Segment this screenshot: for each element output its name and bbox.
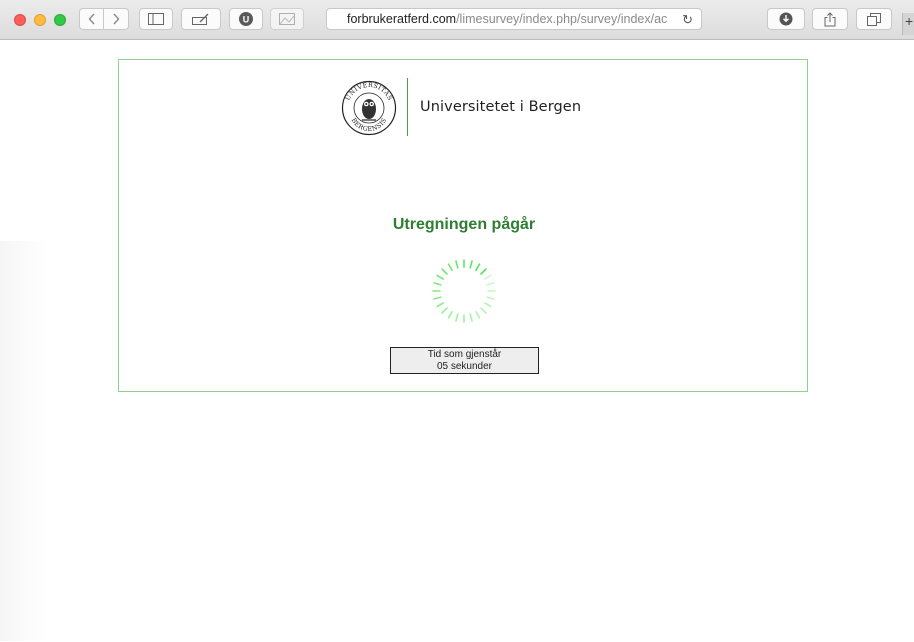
institution-header: UNIVERSITAS BERGENSIS Universitetet i Be… (341, 78, 581, 136)
spinner-tick (441, 268, 448, 275)
chevron-right-icon (113, 13, 120, 25)
extension-image-button[interactable] (270, 8, 304, 30)
u-badge-icon: U (239, 12, 253, 26)
spinner-tick (455, 313, 459, 322)
survey-card: UNIVERSITAS BERGENSIS Universitetet i Be… (118, 59, 808, 392)
spinner-tick (447, 310, 453, 319)
header-divider (407, 78, 408, 136)
page-shadow (0, 241, 48, 641)
spinner-tick (469, 260, 473, 269)
spinner-tick (483, 302, 492, 308)
spinner-tick (469, 313, 473, 322)
institution-name: Universitetet i Bergen (420, 99, 582, 115)
spinner-tick (486, 282, 495, 286)
loading-spinner-icon (432, 259, 496, 323)
reload-icon[interactable]: ↻ (682, 12, 693, 28)
spinner-tick (480, 268, 487, 275)
spinner-tick (433, 282, 442, 286)
pencil-note-icon (192, 13, 209, 25)
spinner-tick (475, 310, 481, 319)
url-path: /limesurvey/index.php/survey/index/ac (456, 12, 668, 26)
countdown-label: Tid som gjenstår (427, 349, 502, 360)
downloads-button[interactable] (767, 8, 805, 30)
spinner-tick (455, 260, 459, 269)
spinner-tick (486, 296, 495, 300)
close-window-button[interactable] (14, 14, 26, 26)
image-icon (279, 13, 295, 25)
page-title: Utregningen pågår (392, 216, 536, 233)
web-page: UNIVERSITAS BERGENSIS Universitetet i Be… (0, 41, 914, 642)
new-tab-button[interactable]: + (902, 13, 914, 35)
spinner-tick (480, 307, 487, 314)
share-button[interactable] (812, 8, 848, 30)
spinner-tick (447, 263, 453, 272)
sidebar-icon (148, 13, 164, 25)
spinner-tick (441, 307, 448, 314)
forward-button[interactable] (104, 8, 129, 30)
countdown-box: Tid som gjenstår 05 sekunder (390, 347, 539, 374)
spinner-tick (483, 274, 492, 280)
navigation-buttons (79, 8, 129, 30)
back-button[interactable] (79, 8, 104, 30)
uib-seal-icon: UNIVERSITAS BERGENSIS (341, 80, 397, 136)
url-host: forbrukeratferd.com (347, 12, 457, 26)
reading-list-button[interactable] (181, 8, 221, 30)
svg-text:U: U (243, 15, 250, 25)
download-icon (779, 12, 793, 26)
extension-u-button[interactable]: U (229, 8, 263, 30)
countdown-value: 05 sekunder (436, 360, 493, 372)
spinner-tick (475, 263, 481, 272)
share-icon (824, 11, 836, 26)
tabs-overview-button[interactable] (856, 8, 892, 30)
sidebar-button[interactable] (139, 8, 173, 30)
browser-toolbar: U forbrukeratferd.com/limesurvey/index.p… (0, 0, 914, 40)
tabs-icon (867, 12, 881, 26)
spinner-tick (433, 296, 442, 300)
spinner-tick (436, 302, 445, 308)
minimize-window-button[interactable] (34, 14, 46, 26)
address-bar[interactable]: forbrukeratferd.com/limesurvey/index.php… (326, 8, 702, 30)
spinner-tick (436, 274, 445, 280)
zoom-window-button[interactable] (54, 14, 66, 26)
chevron-left-icon (88, 13, 95, 25)
